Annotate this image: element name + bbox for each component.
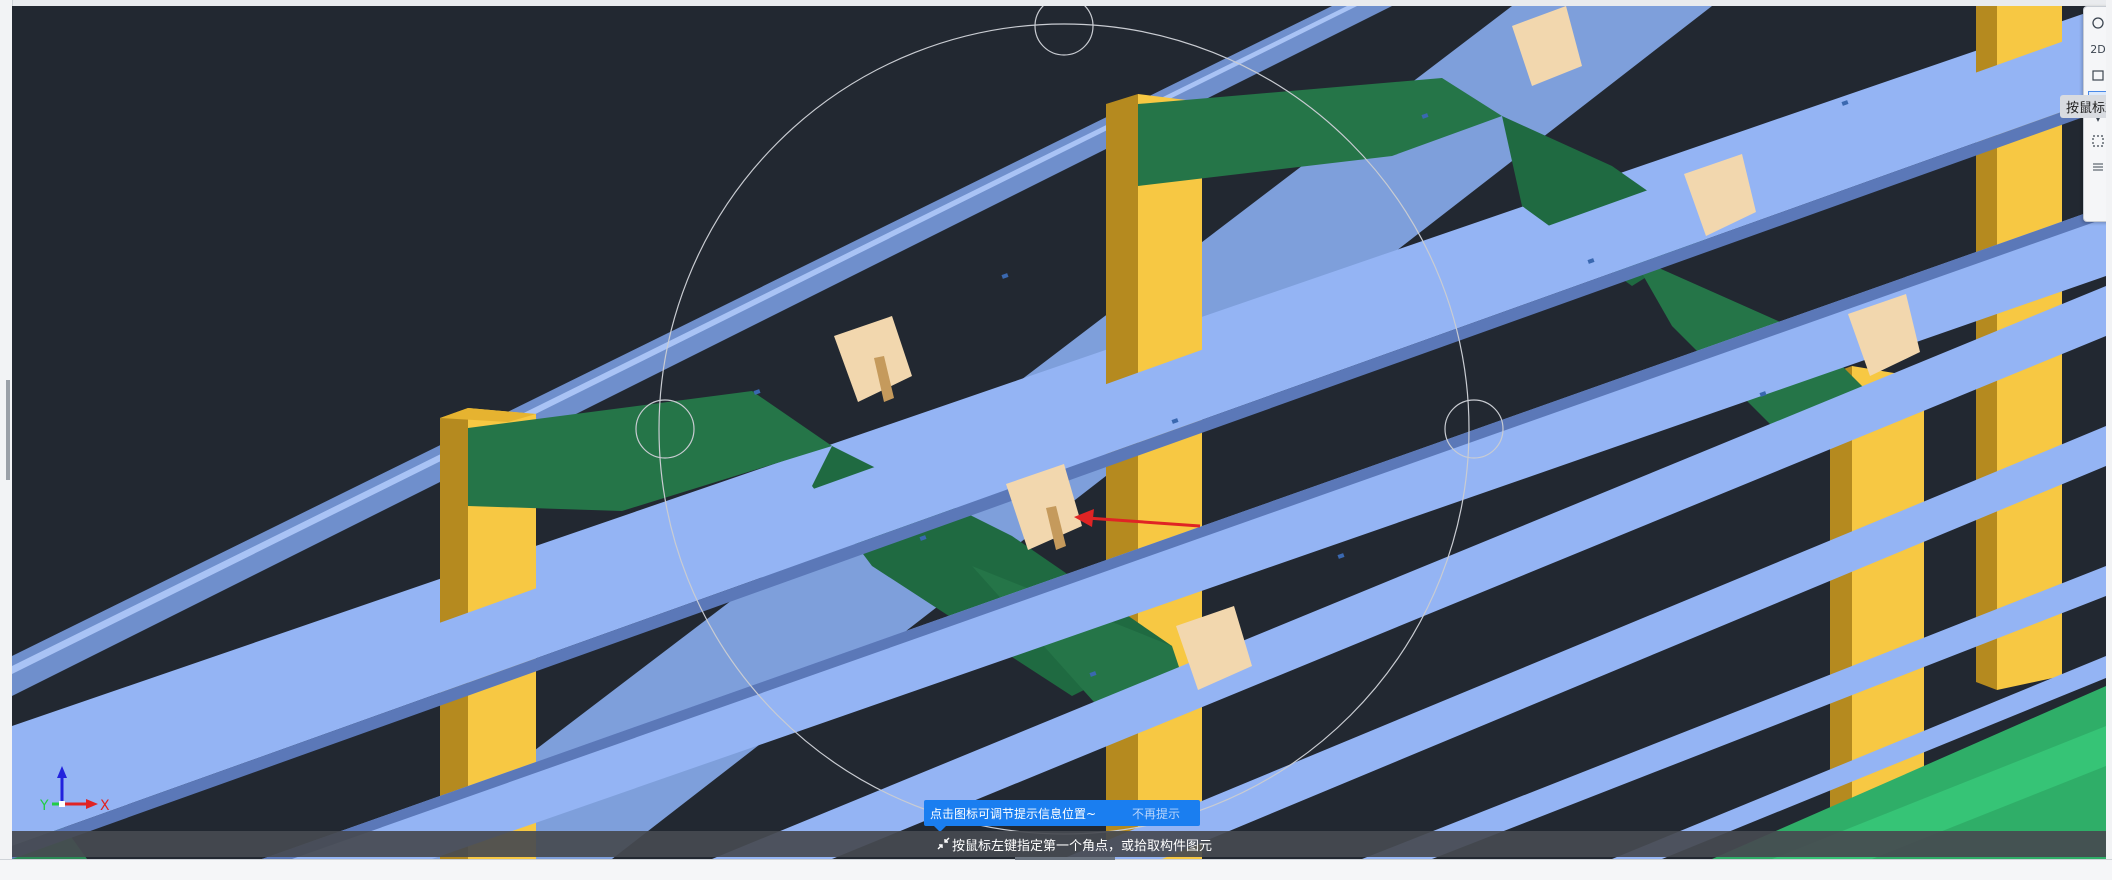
3d-viewport[interactable]: X Y [12, 6, 2106, 859]
properties-list-icon[interactable] [2088, 157, 2108, 177]
right-edge [2106, 0, 2112, 879]
y-axis-label: Y [39, 798, 49, 814]
hint-dismiss-link[interactable]: 不再提示 [1132, 805, 1180, 822]
structure-model: X Y [12, 6, 2106, 859]
shrink-arrows-icon[interactable] [936, 836, 951, 851]
bottom-panel-edge [0, 859, 2112, 880]
command-prompt-bar: 按鼠标左键指定第一个角点，或拾取构件图元 [12, 831, 2106, 857]
panel-resize-handle[interactable] [6, 380, 10, 480]
region-select-icon[interactable] [2088, 131, 2108, 151]
layer-view-icon[interactable] [2088, 65, 2108, 85]
2d-view-icon[interactable]: 2D [2088, 39, 2108, 59]
hint-popup[interactable]: 点击图标可调节提示信息位置~ 不再提示 [924, 800, 1200, 832]
toolbar-tooltip: 按鼠标左 [2060, 95, 2112, 118]
command-prompt-text: 按鼠标左键指定第一个角点，或拾取构件图元 [952, 839, 1213, 854]
hint-message: 点击图标可调节提示信息位置~ [930, 807, 1097, 821]
horizontal-scroll-thumb[interactable] [1015, 857, 1115, 860]
orbit-icon[interactable] [2088, 13, 2108, 33]
x-axis-label: X [100, 798, 110, 814]
